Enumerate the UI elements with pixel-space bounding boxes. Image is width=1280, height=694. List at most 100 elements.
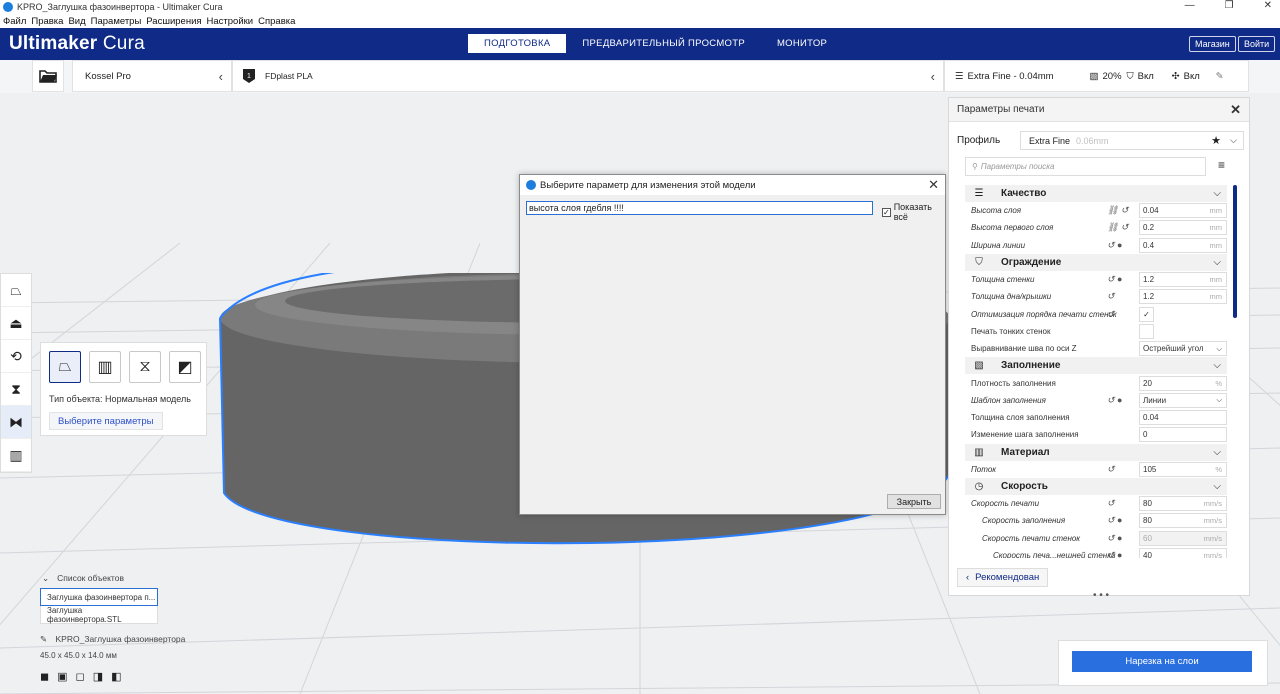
setting-input[interactable]: 80 mm/s: [1139, 496, 1227, 511]
tab-prepare[interactable]: ПОДГОТОВКА: [468, 34, 567, 53]
settings-category[interactable]: ⛉ Ограждение ⌵: [965, 253, 1227, 271]
setting-actions-icon[interactable]: ↺ ●: [1107, 533, 1122, 544]
print-settings-bar[interactable]: ☰ Extra Fine - 0.04mm ▧ 20% ⛉ Вкл ✣ Вкл …: [944, 60, 1249, 92]
setting-input[interactable]: 0.2 mm: [1139, 220, 1227, 236]
settings-category[interactable]: ▧ Заполнение ⌵: [965, 357, 1227, 375]
settings-scrollbar[interactable]: [1233, 185, 1237, 318]
view-right-icon[interactable]: ◧: [111, 670, 121, 683]
menu-extensions[interactable]: Расширения: [146, 16, 201, 27]
mirror-tool[interactable]: ⧗: [1, 373, 31, 406]
setting-input[interactable]: 40 mm/s: [1139, 547, 1227, 558]
settings-filter-input[interactable]: высота слоя гдебля !!!!: [526, 201, 873, 215]
setting-value: 0.04: [1143, 413, 1159, 423]
setting-input[interactable]: 60 mm/s: [1139, 530, 1227, 546]
setting-actions-icon[interactable]: ↺: [1107, 309, 1115, 320]
view-left-icon[interactable]: ◨: [93, 670, 103, 683]
setting-input[interactable]: 80 mm/s: [1139, 513, 1227, 529]
setting-input[interactable]: 0.04 mm: [1139, 203, 1227, 219]
printer-selector[interactable]: Kossel Pro ‹: [72, 60, 232, 92]
minimize-icon[interactable]: —: [1185, 0, 1195, 11]
sign-in-button[interactable]: Войти: [1238, 36, 1276, 52]
setting-checkbox[interactable]: [1139, 323, 1154, 339]
setting-actions-icon[interactable]: ↺ ●: [1107, 240, 1122, 251]
chevron-left-icon: ‹: [218, 69, 223, 84]
open-file-button[interactable]: [32, 60, 64, 92]
setting-actions-icon[interactable]: ⛓ ↺: [1107, 205, 1128, 216]
view-top-icon[interactable]: ◻: [76, 670, 85, 683]
settings-category[interactable]: ☰ Качество ⌵: [965, 185, 1227, 202]
setting-actions-icon[interactable]: ↺ ●: [1107, 395, 1122, 406]
view-3d-icon[interactable]: ◼: [40, 670, 49, 683]
setting-unit: mm: [1209, 223, 1223, 233]
setting-checkbox[interactable]: ✓: [1139, 306, 1154, 322]
list-item[interactable]: Заглушка фазоинвертора.STL: [40, 606, 158, 624]
menu-file[interactable]: Файл: [3, 16, 26, 27]
star-icon[interactable]: ★: [1211, 134, 1221, 147]
anti-overhang-type-button[interactable]: ◩: [169, 351, 201, 383]
menu-view[interactable]: Вид: [68, 16, 85, 27]
app-header: Ultimaker Cura ПОДГОТОВКА ПРЕДВАРИТЕЛЬНЫ…: [0, 28, 1280, 60]
menu-help[interactable]: Справка: [258, 16, 295, 27]
list-item[interactable]: Заглушка фазоинвертора п...: [40, 588, 158, 606]
view-front-icon[interactable]: ▣: [57, 670, 67, 683]
tab-monitor[interactable]: МОНИТОР: [761, 34, 843, 53]
select-settings-button[interactable]: Выберите параметры: [49, 412, 163, 430]
tab-preview[interactable]: ПРЕДВАРИТЕЛЬНЫЙ ПРОСМОТР: [566, 34, 761, 53]
material-selector[interactable]: 1 FDplast PLA ‹: [232, 60, 944, 92]
setting-input[interactable]: 1.2 mm: [1139, 272, 1227, 288]
chevron-down-icon: ⌵: [1213, 446, 1221, 458]
profile-dropdown[interactable]: Extra Fine 0.06mm ★ ⌵: [1020, 131, 1244, 150]
setting-actions-icon[interactable]: ↺ ●: [1107, 515, 1122, 526]
settings-category[interactable]: ◷ Скорость ⌵: [965, 477, 1227, 495]
setting-actions-icon[interactable]: ↺: [1107, 498, 1115, 509]
setting-dropdown[interactable]: Острейший угол ⌵: [1139, 341, 1227, 357]
per-model-settings-tool[interactable]: ⧓: [1, 406, 31, 439]
setting-input[interactable]: 20%: [1139, 375, 1227, 391]
category-label: Ограждение: [1001, 256, 1062, 268]
move-tool[interactable]: ⏢: [1, 274, 31, 307]
setting-input[interactable]: 0.4 mm: [1139, 237, 1227, 253]
menu-preferences[interactable]: Настройки: [207, 16, 254, 27]
rotate-tool[interactable]: ⟲: [1, 340, 31, 373]
settings-category[interactable]: ▥ Материал ⌵: [965, 443, 1227, 461]
job-name[interactable]: ✎ KPRO_Заглушка фазоинвертора: [40, 634, 185, 645]
close-icon[interactable]: ✕: [928, 177, 939, 193]
normal-model-type-button[interactable]: ⏢: [49, 351, 81, 383]
setting-actions-icon[interactable]: ↺ ●: [1107, 274, 1122, 285]
scale-tool[interactable]: ⏏: [1, 307, 31, 340]
setting-actions-icon[interactable]: ↺ ●: [1107, 550, 1122, 558]
show-all-checkbox[interactable]: ✓ Показать всё: [882, 202, 945, 222]
chevron-left-icon: ‹: [966, 572, 970, 583]
dialog-close-button[interactable]: Закрыть: [887, 494, 941, 509]
close-icon[interactable]: ✕: [1230, 102, 1241, 118]
support-mesh-type-button[interactable]: ▥: [89, 351, 121, 383]
setting-actions-icon[interactable]: ↺: [1107, 464, 1115, 475]
menu-edit[interactable]: Правка: [31, 16, 63, 27]
maximize-icon[interactable]: ❐: [1225, 0, 1234, 11]
overlap-mesh-type-button[interactable]: ⧖: [129, 351, 161, 383]
setting-dropdown[interactable]: Линии ⌵: [1139, 392, 1227, 408]
settings-menu-icon[interactable]: ≡: [1218, 158, 1225, 172]
setting-unit: mm/s: [1203, 550, 1222, 558]
setting-input[interactable]: 105%: [1139, 461, 1227, 477]
normal-model-icon: ⏢: [58, 358, 72, 375]
setting-row: Поток ↺ 105%: [965, 461, 1227, 478]
support-blocker-tool[interactable]: ▥: [1, 439, 31, 472]
setting-actions-icon[interactable]: ↺: [1107, 291, 1115, 302]
setting-input[interactable]: 1.2 mm: [1139, 289, 1227, 305]
object-list-header[interactable]: ⌄ Список объектов: [40, 573, 158, 584]
setting-value: 1.2: [1143, 275, 1155, 285]
pencil-icon: ✎: [40, 634, 48, 644]
settings-list[interactable]: ☰ Качество ⌵ Высота слоя ⛓ ↺ 0.04 mm Высота пер…: [965, 185, 1227, 558]
pencil-icon[interactable]: ✎: [1216, 71, 1224, 82]
setting-input[interactable]: 0: [1139, 427, 1227, 443]
slice-button[interactable]: Нарезка на слои: [1072, 651, 1252, 672]
marketplace-button[interactable]: Магазин: [1189, 36, 1236, 52]
close-icon[interactable]: ✕: [1264, 0, 1272, 11]
setting-actions-icon[interactable]: ⛓ ↺: [1107, 222, 1128, 233]
panel-resize-handle[interactable]: • • •: [1093, 590, 1109, 601]
settings-search-input[interactable]: ⚲ Параметры поиска: [965, 157, 1206, 176]
recommended-button[interactable]: ‹ Рекомендован: [957, 568, 1049, 587]
setting-input[interactable]: 0.04: [1139, 410, 1227, 426]
menu-settings[interactable]: Параметры: [91, 16, 142, 27]
